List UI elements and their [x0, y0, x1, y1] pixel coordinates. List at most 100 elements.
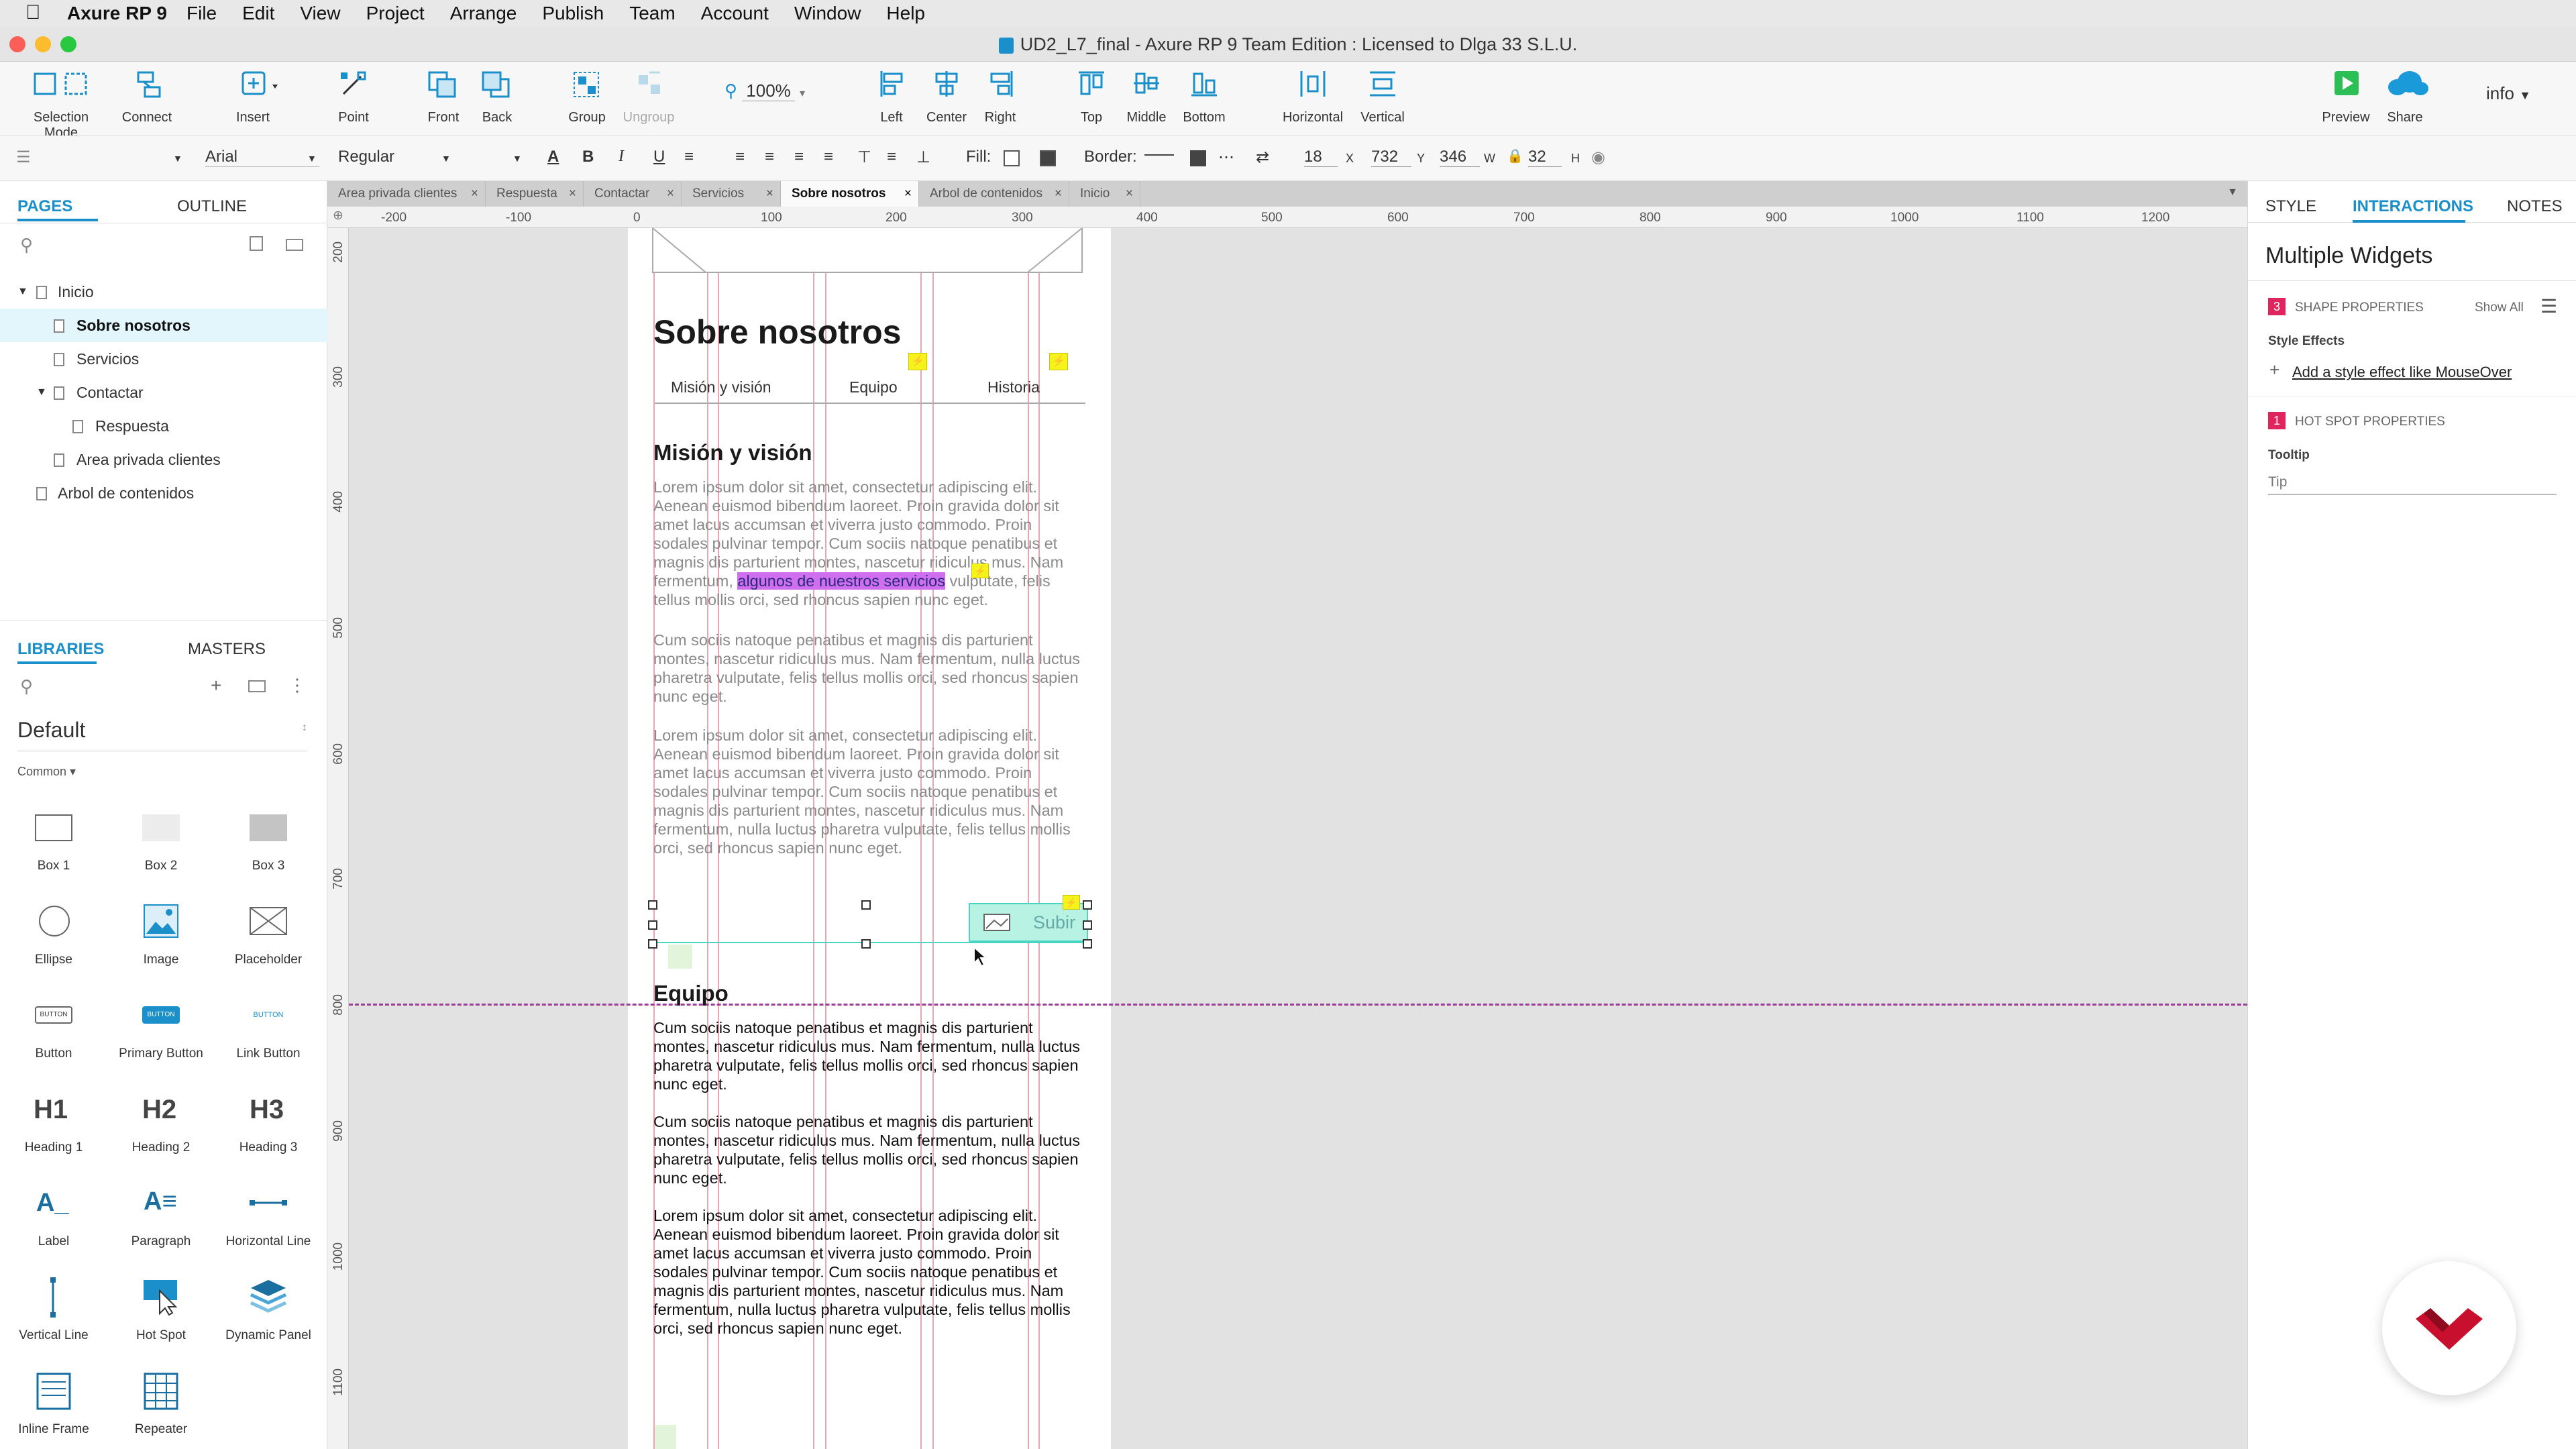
doc-tab-sobre-nosotros[interactable]: Sobre nosotros ×: [781, 181, 919, 207]
resize-handle[interactable]: [648, 939, 657, 949]
close-icon[interactable]: ×: [569, 181, 576, 207]
app-menu[interactable]: Axure RP 9: [67, 3, 167, 24]
italic-icon[interactable]: I: [619, 148, 624, 166]
interaction-lightning-icon[interactable]: ⚡: [908, 353, 927, 370]
add-library-icon[interactable]: +: [211, 675, 221, 696]
widget-primary-button[interactable]: BUTTON Primary Button: [107, 986, 215, 1061]
widget-horizontal-line[interactable]: Horizontal Line: [215, 1174, 322, 1249]
tab-interactions[interactable]: INTERACTIONS: [2353, 197, 2473, 216]
zoom-control[interactable]: ⚲ 100% ▾: [724, 80, 825, 105]
chevron-down-icon[interactable]: ▼: [307, 153, 317, 164]
add-style-effect-link[interactable]: Add a style effect like MouseOver: [2292, 364, 2512, 381]
tab-pages[interactable]: PAGES: [17, 197, 72, 216]
border-size-input[interactable]: 18: [1304, 148, 1338, 167]
tab-outline[interactable]: OUTLINE: [177, 197, 247, 216]
resize-handle[interactable]: [648, 920, 657, 930]
font-weight-select[interactable]: Regular: [338, 148, 452, 166]
fill-shadow-icon[interactable]: [1040, 150, 1056, 166]
border-thickness-icon[interactable]: [1190, 150, 1206, 166]
tab-libraries[interactable]: LIBRARIES: [17, 640, 104, 659]
doc-tab-respuesta[interactable]: Respuesta ×: [486, 181, 584, 207]
widget-image[interactable]: Image: [107, 892, 215, 967]
insert-button[interactable]: Insert: [216, 70, 290, 125]
visibility-eye-icon[interactable]: ◉: [1591, 148, 1605, 167]
menu-window[interactable]: Window: [794, 3, 861, 24]
justify-text-icon[interactable]: ≡: [824, 148, 833, 166]
menu-arrange[interactable]: Arrange: [450, 3, 517, 24]
widget-repeater[interactable]: Repeater: [107, 1362, 215, 1437]
widget-button[interactable]: BUTTON Button: [0, 986, 107, 1061]
bold-icon[interactable]: B: [582, 148, 594, 166]
close-icon[interactable]: ×: [1126, 181, 1133, 207]
library-options-icon[interactable]: [248, 680, 266, 692]
page-item-respuesta[interactable]: Respuesta: [0, 409, 327, 443]
chevron-down-icon[interactable]: ▼: [441, 153, 451, 164]
page-item-arbol[interactable]: Arbol de contenidos: [0, 476, 327, 510]
apple-icon[interactable]: : [25, 1, 41, 24]
align-bottom-button[interactable]: Bottom: [1167, 70, 1241, 125]
tab-masters[interactable]: MASTERS: [188, 640, 266, 659]
design-canvas[interactable]: Sobre nosotros ⚡ ⚡ Misión y visión Equip…: [349, 228, 2247, 1449]
subnav-tab-equipo[interactable]: Equipo: [849, 378, 898, 396]
menu-help[interactable]: Help: [886, 3, 925, 24]
page-item-contactar[interactable]: ▼ Contactar: [0, 376, 327, 409]
menu-view[interactable]: View: [300, 3, 340, 24]
resize-handle[interactable]: [1083, 900, 1092, 910]
widget-link-button[interactable]: BUTTON Link Button: [215, 986, 322, 1061]
tabs-dropdown-icon[interactable]: ▼: [2227, 186, 2238, 199]
show-all-link[interactable]: Show All: [2475, 301, 2524, 315]
search-icon[interactable]: ⚲: [20, 235, 33, 256]
fill-color-swatch[interactable]: [1004, 150, 1020, 166]
widget-hot-spot[interactable]: Hot Spot: [107, 1268, 215, 1343]
point-button[interactable]: Point: [317, 70, 390, 125]
close-icon[interactable]: ×: [904, 181, 912, 207]
align-text-left-icon[interactable]: ≡: [735, 148, 745, 166]
valign-middle-icon[interactable]: ≡: [887, 148, 896, 166]
subnav-tab-historia[interactable]: Historia: [987, 378, 1040, 396]
widget-heading-2[interactable]: H2 Heading 2: [107, 1080, 215, 1155]
align-text-right-icon[interactable]: ≡: [794, 148, 804, 166]
chevron-down-icon[interactable]: ▼: [17, 275, 28, 309]
tab-notes[interactable]: NOTES: [2507, 197, 2563, 216]
align-text-center-icon[interactable]: ≡: [765, 148, 774, 166]
close-icon[interactable]: ×: [1055, 181, 1062, 207]
widget-label[interactable]: A_ Label: [0, 1174, 107, 1249]
arrow-style-icon[interactable]: ⇄: [1256, 148, 1269, 167]
x-input[interactable]: 732: [1371, 148, 1411, 167]
add-icon[interactable]: +: [2269, 360, 2279, 380]
tooltip-input[interactable]: [2268, 471, 2557, 495]
add-folder-icon[interactable]: [286, 239, 303, 251]
menu-team[interactable]: Team: [629, 3, 675, 24]
resize-handle[interactable]: [648, 900, 657, 910]
distribute-vertical-button[interactable]: Vertical: [1346, 70, 1419, 125]
border-color-icon[interactable]: [1144, 154, 1174, 156]
widget-placeholder[interactable]: Placeholder: [215, 892, 322, 967]
widget-inline-frame[interactable]: Inline Frame: [0, 1362, 107, 1437]
interaction-lightning-icon[interactable]: ⚡: [1049, 353, 1068, 370]
share-button[interactable]: Share: [2368, 70, 2442, 125]
menu-file[interactable]: File: [186, 3, 217, 24]
menu-publish[interactable]: Publish: [542, 3, 604, 24]
chevron-down-icon[interactable]: ▼: [173, 153, 182, 164]
doc-tab-contactar[interactable]: Contactar ×: [584, 181, 682, 207]
zoom-window-button[interactable]: [60, 36, 76, 52]
ungroup-button[interactable]: Ungroup: [612, 70, 686, 125]
resize-handle[interactable]: [861, 939, 871, 949]
page-item-sobre-nosotros[interactable]: Sobre nosotros: [0, 309, 327, 342]
doc-tab-arbol[interactable]: Arbol de contenidos ×: [919, 181, 1069, 207]
text-color-icon[interactable]: A: [547, 148, 559, 166]
resize-handle[interactable]: [861, 900, 871, 910]
border-pattern-icon[interactable]: ⋯: [1218, 148, 1234, 167]
selection-mode-button[interactable]: Selection Mode: [24, 70, 98, 141]
widget-vertical-line[interactable]: Vertical Line: [0, 1268, 107, 1343]
chevron-down-icon[interactable]: ▼: [36, 376, 47, 409]
style-icon[interactable]: ☰: [16, 148, 31, 167]
underline-icon[interactable]: U: [653, 148, 665, 166]
widget-box-3[interactable]: Box 3: [215, 798, 322, 873]
valign-bottom-icon[interactable]: ⊥: [916, 148, 930, 167]
subnav-tab-mision[interactable]: Misión y visión: [671, 378, 771, 396]
widget-ellipse[interactable]: Ellipse: [0, 892, 107, 967]
library-category[interactable]: Common ▾: [17, 765, 76, 779]
library-select[interactable]: Default ↕: [17, 718, 307, 751]
horizontal-guide-line[interactable]: [349, 1004, 2247, 1006]
